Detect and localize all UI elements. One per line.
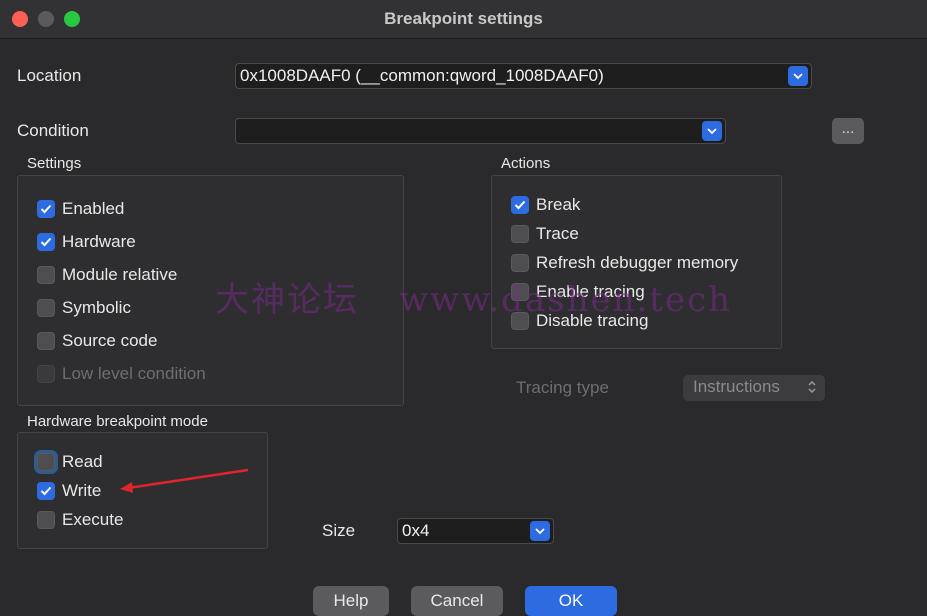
checkbox-module-relative[interactable]: Module relative	[37, 264, 177, 286]
checkbox-box-icon	[37, 365, 55, 383]
tracing-type-label: Tracing type	[516, 378, 609, 397]
help-button[interactable]: Help	[313, 586, 389, 616]
checkbox-box-icon[interactable]	[37, 332, 55, 350]
settings-group-title: Settings	[27, 155, 82, 172]
actions-group-title: Actions	[501, 155, 551, 172]
checkbox-label: Low level condition	[62, 364, 206, 383]
condition-combobox[interactable]	[235, 118, 726, 144]
checkmark-icon[interactable]	[37, 482, 55, 500]
chevron-down-icon[interactable]	[702, 121, 722, 141]
checkbox-refresh-debugger-memory[interactable]: Refresh debugger memory	[511, 252, 738, 274]
watermark-url: www.dashen.tech	[399, 280, 733, 320]
checkbox-write[interactable]: Write	[37, 480, 101, 502]
checkbox-label: Write	[62, 481, 102, 500]
checkmark-icon[interactable]	[511, 196, 529, 214]
watermark: 大神论坛 www.dashen.tech	[215, 272, 732, 321]
checkbox-label: Enabled	[62, 199, 125, 218]
checkbox-low-level-condition: Low level condition	[37, 363, 206, 385]
condition-label: Condition	[17, 121, 89, 140]
checkbox-read[interactable]: Read	[37, 451, 103, 473]
checkbox-box-icon[interactable]	[511, 225, 529, 243]
checkbox-enabled[interactable]: Enabled	[37, 198, 124, 220]
checkbox-label: Execute	[62, 510, 124, 529]
checkbox-label: Read	[62, 452, 103, 471]
checkbox-label: Module relative	[62, 265, 178, 284]
checkbox-label: Break	[536, 195, 581, 214]
location-combobox[interactable]: 0x1008DAAF0 (__common:qword_1008DAAF0)	[235, 63, 812, 89]
checkbox-trace[interactable]: Trace	[511, 223, 579, 245]
checkbox-box-icon[interactable]	[37, 266, 55, 284]
checkmark-icon[interactable]	[37, 200, 55, 218]
checkbox-box-icon[interactable]	[37, 511, 55, 529]
hw-mode-group-title: Hardware breakpoint mode	[27, 413, 208, 430]
checkmark-icon[interactable]	[37, 233, 55, 251]
location-value: 0x1008DAAF0 (__common:qword_1008DAAF0)	[240, 66, 604, 85]
watermark-cn: 大神论坛	[215, 280, 359, 320]
checkbox-hardware[interactable]: Hardware	[37, 231, 136, 253]
checkbox-label: Symbolic	[62, 298, 131, 317]
size-combobox[interactable]: 0x4	[397, 518, 554, 544]
tracing-type-select[interactable]: Instructions	[683, 375, 825, 401]
checkbox-symbolic[interactable]: Symbolic	[37, 297, 131, 319]
up-down-chevron-icon	[807, 379, 817, 400]
checkbox-break[interactable]: Break	[511, 194, 580, 216]
checkbox-label: Hardware	[62, 232, 136, 251]
size-label: Size	[322, 521, 356, 540]
location-label: Location	[17, 66, 82, 85]
checkbox-box-icon[interactable]	[511, 254, 529, 272]
cancel-button[interactable]: Cancel	[411, 586, 503, 616]
annotation-arrow-icon	[120, 468, 249, 493]
checkbox-box-icon[interactable]	[37, 453, 55, 471]
window-title: Breakpoint settings	[384, 9, 543, 28]
checkbox-source-code[interactable]: Source code	[37, 330, 157, 352]
tracing-type-value: Instructions	[693, 377, 780, 396]
condition-more-button[interactable]: ...	[832, 118, 864, 144]
size-value: 0x4	[402, 521, 430, 540]
checkbox-box-icon[interactable]	[37, 299, 55, 317]
checkbox-label: Trace	[536, 224, 579, 243]
chevron-down-icon[interactable]	[530, 521, 550, 541]
ok-button[interactable]: OK	[525, 586, 617, 616]
checkbox-label: Source code	[62, 331, 158, 350]
checkbox-execute[interactable]: Execute	[37, 509, 123, 531]
checkbox-label: Refresh debugger memory	[536, 253, 739, 272]
chevron-down-icon[interactable]	[788, 66, 808, 86]
